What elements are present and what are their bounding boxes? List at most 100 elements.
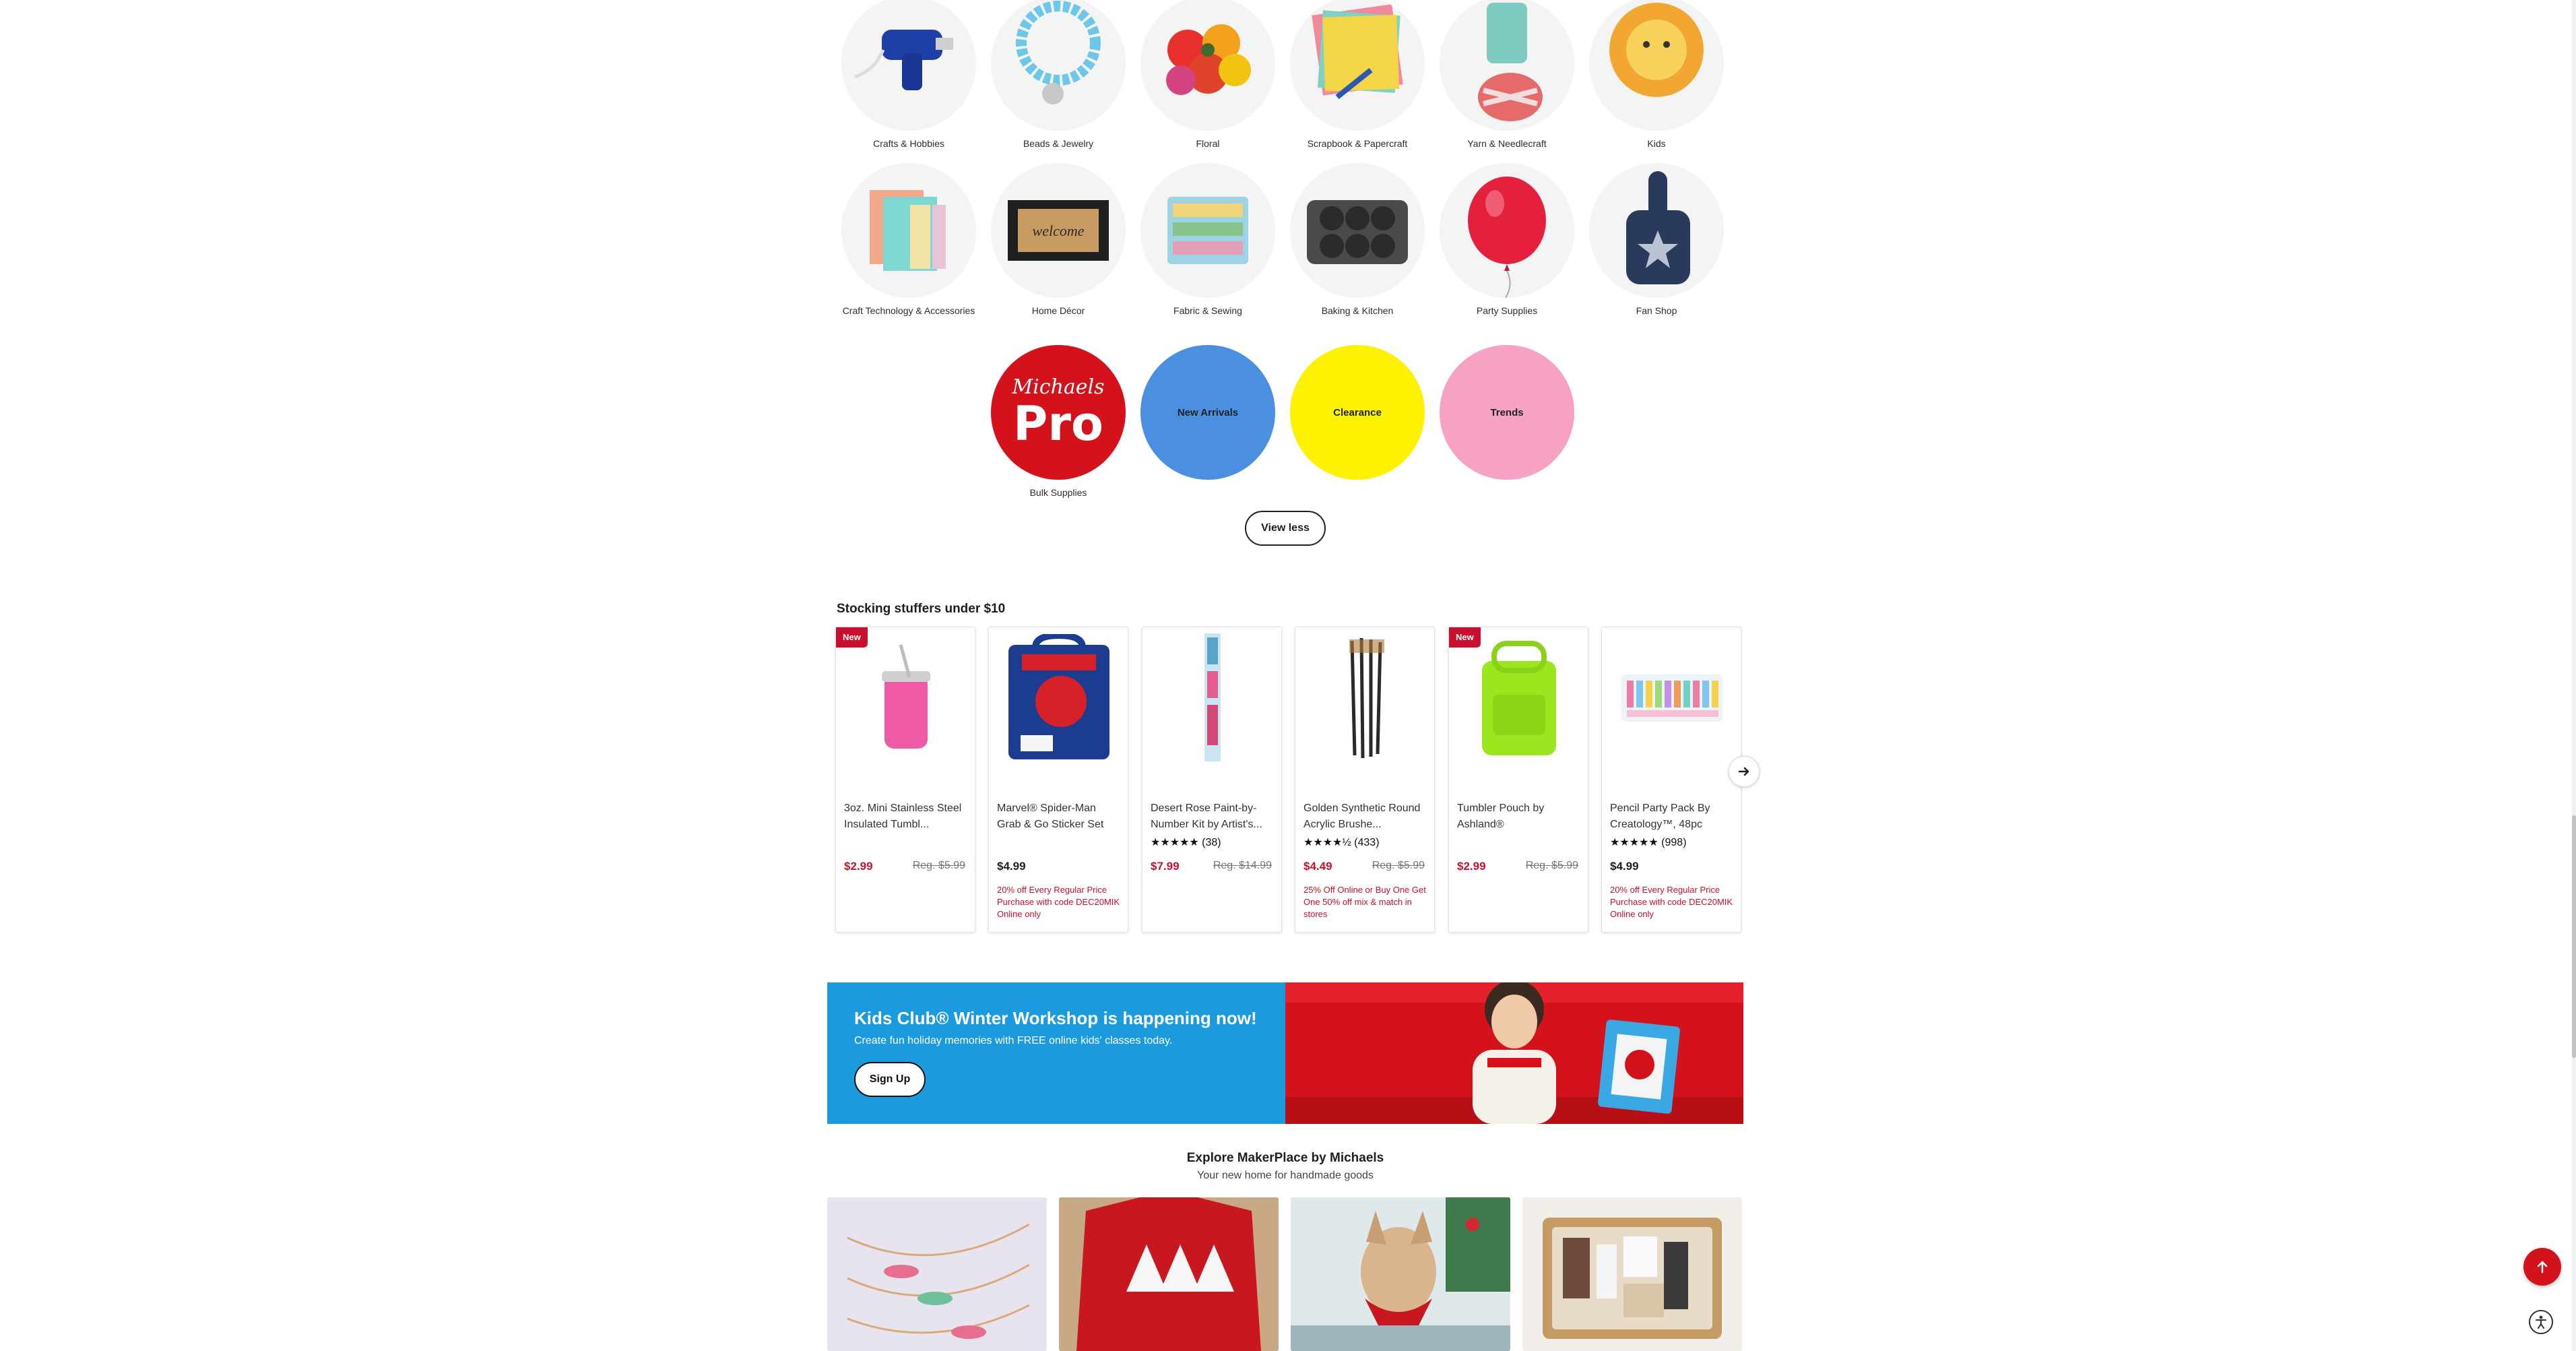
category-craft-technology[interactable]: Craft Technology & Accessories <box>838 163 979 317</box>
category-label: Baking & Kitchen <box>1321 305 1394 316</box>
rating-stars: ★★★★★ <box>1610 837 1659 848</box>
flower-bouquet-icon <box>1140 0 1275 131</box>
view-less-button[interactable]: View less <box>1245 511 1326 546</box>
new-badge: New <box>1449 627 1481 648</box>
category-yarn-needlecraft[interactable]: Yarn & Needlecraft <box>1436 0 1578 150</box>
bracelet-icon <box>991 0 1126 131</box>
product-price: $4.99 <box>997 860 1026 873</box>
product-image <box>1602 627 1742 769</box>
category-image <box>1290 163 1425 298</box>
back-to-top-button[interactable] <box>2523 1248 2561 1286</box>
logo-line2: Pro <box>1013 396 1103 451</box>
product-card[interactable]: Pencil Party Pack By Creatology™, 48pc ★… <box>1601 627 1741 933</box>
rating-stars: ★★★★½ <box>1303 837 1351 848</box>
category-image <box>1589 0 1724 131</box>
makerplace-tile[interactable] <box>1291 1197 1510 1351</box>
product-card[interactable]: New Tumbler Pouch by Ashland® $2.99 Reg.… <box>1448 627 1588 933</box>
accessibility-button[interactable] <box>2529 1310 2553 1334</box>
category-floral[interactable]: Floral <box>1137 0 1279 150</box>
category-image <box>841 163 976 298</box>
product-title[interactable]: Desert Rose Paint-by-Number Kit by Artis… <box>1151 800 1276 833</box>
category-label: Home Décor <box>1031 305 1085 316</box>
sign-up-button[interactable]: Sign Up <box>854 1062 926 1097</box>
category-new-arrivals[interactable]: New Arrivals <box>1137 345 1279 480</box>
paint-by-number-kit-image <box>1204 633 1221 761</box>
category-party-supplies[interactable]: Party Supplies <box>1436 163 1578 317</box>
kids-club-photo <box>1285 982 1743 1124</box>
foam-finger-icon <box>1589 163 1724 298</box>
new-badge: New <box>836 627 868 648</box>
banner-image-panel <box>1285 982 1743 1124</box>
clearance-circle: Clearance <box>1290 345 1425 480</box>
scrollbar-thumb[interactable] <box>2572 815 2576 1058</box>
category-clearance[interactable]: Clearance <box>1287 345 1428 480</box>
svg-text:welcome: welcome <box>1033 222 1085 239</box>
rating: ★★★★½ (433) <box>1303 836 1380 849</box>
category-home-decor[interactable]: welcome Home Décor <box>988 163 1129 317</box>
name-necklace-image <box>827 1197 1047 1351</box>
category-image <box>1440 0 1574 131</box>
category-image <box>1290 0 1425 131</box>
category-label: Fabric & Sewing <box>1173 305 1242 316</box>
makerplace-tile[interactable] <box>1059 1197 1279 1351</box>
category-label: Party Supplies <box>1476 305 1538 316</box>
new-arrivals-circle: New Arrivals <box>1140 345 1275 480</box>
product-card[interactable]: Golden Synthetic Round Acrylic Brushe...… <box>1295 627 1435 933</box>
category-image <box>1140 0 1275 131</box>
category-crafts-hobbies[interactable]: Crafts & Hobbies <box>838 0 979 150</box>
product-title[interactable]: Pencil Party Pack By Creatology™, 48pc <box>1610 800 1735 833</box>
category-bulk-supplies[interactable]: Michaels Pro Bulk Supplies <box>988 345 1129 499</box>
arrow-right-icon <box>1738 767 1749 776</box>
regular-price: Reg. $5.99 <box>1372 860 1425 871</box>
accessibility-icon <box>2536 1315 2546 1329</box>
category-label: Craft Technology & Accessories <box>842 305 975 316</box>
yarn-spool-icon <box>1440 0 1574 131</box>
page-scrollbar[interactable] <box>2572 0 2576 1351</box>
product-title[interactable]: Tumbler Pouch by Ashland® <box>1457 800 1582 833</box>
vinyl-sheets-icon <box>841 163 976 298</box>
product-price: $2.99 <box>1457 860 1486 873</box>
arrow-up-icon <box>2537 1261 2548 1274</box>
banner-text-panel: Kids Club® Winter Workshop is happening … <box>827 982 1285 1124</box>
page: Crafts & Hobbies Beads & Jewelry Floral … <box>0 0 2576 1351</box>
rating-stars: ★★★★★ <box>1151 837 1199 848</box>
product-title[interactable]: Marvel® Spider-Man Grab & Go Sticker Set <box>997 800 1122 833</box>
makerplace-tile[interactable] <box>827 1197 1047 1351</box>
christmas-tree-shirt-image <box>1059 1197 1279 1351</box>
rating-count[interactable]: (433) <box>1354 837 1379 848</box>
category-baking-kitchen[interactable]: Baking & Kitchen <box>1287 163 1428 317</box>
rating: ★★★★★ (38) <box>1151 836 1221 849</box>
category-image <box>1589 163 1724 298</box>
category-beads-jewelry[interactable]: Beads & Jewelry <box>988 0 1129 150</box>
makerplace-tile[interactable] <box>1522 1197 1742 1351</box>
rating-count[interactable]: (998) <box>1661 837 1686 848</box>
makerplace-subtitle: Your new home for handmade goods <box>1197 1170 1374 1181</box>
banner-subtitle: Create fun holiday memories with FREE on… <box>854 1035 1173 1046</box>
category-kids[interactable]: Kids <box>1586 0 1727 150</box>
product-card[interactable]: New 3oz. Mini Stainless Steel Insulated … <box>835 627 975 933</box>
category-label: Floral <box>1196 138 1220 149</box>
product-title[interactable]: Golden Synthetic Round Acrylic Brushe... <box>1303 800 1429 833</box>
michaels-pro-logo: Michaels Pro <box>991 345 1126 480</box>
pencil-pack-image <box>1621 674 1722 722</box>
product-title[interactable]: 3oz. Mini Stainless Steel Insulated Tumb… <box>844 800 969 833</box>
category-trends[interactable]: Trends <box>1436 345 1578 480</box>
rating-count[interactable]: (38) <box>1202 837 1221 848</box>
regular-price: Reg. $5.99 <box>1525 860 1578 871</box>
product-card[interactable]: Desert Rose Paint-by-Number Kit by Artis… <box>1142 627 1282 933</box>
category-scrapbook-papercraft[interactable]: Scrapbook & Papercraft <box>1287 0 1428 150</box>
carousel-next-button[interactable] <box>1729 756 1760 787</box>
category-label: Scrapbook & Papercraft <box>1307 138 1408 149</box>
category-image <box>1440 163 1574 298</box>
product-price: $4.49 <box>1303 860 1332 873</box>
category-label: Kids <box>1647 138 1666 149</box>
category-fabric-sewing[interactable]: Fabric & Sewing <box>1137 163 1279 317</box>
glue-gun-icon <box>841 0 976 131</box>
category-fan-shop[interactable]: Fan Shop <box>1586 163 1727 317</box>
logo-line1: Michaels <box>1012 375 1105 399</box>
product-card[interactable]: Marvel® Spider-Man Grab & Go Sticker Set… <box>988 627 1128 933</box>
regular-price: Reg. $5.99 <box>912 860 965 871</box>
category-label: Beads & Jewelry <box>1023 138 1094 149</box>
promo-text: 25% Off Online or Buy One Get One 50% of… <box>1303 885 1426 919</box>
paper-stack-icon <box>1290 0 1425 131</box>
